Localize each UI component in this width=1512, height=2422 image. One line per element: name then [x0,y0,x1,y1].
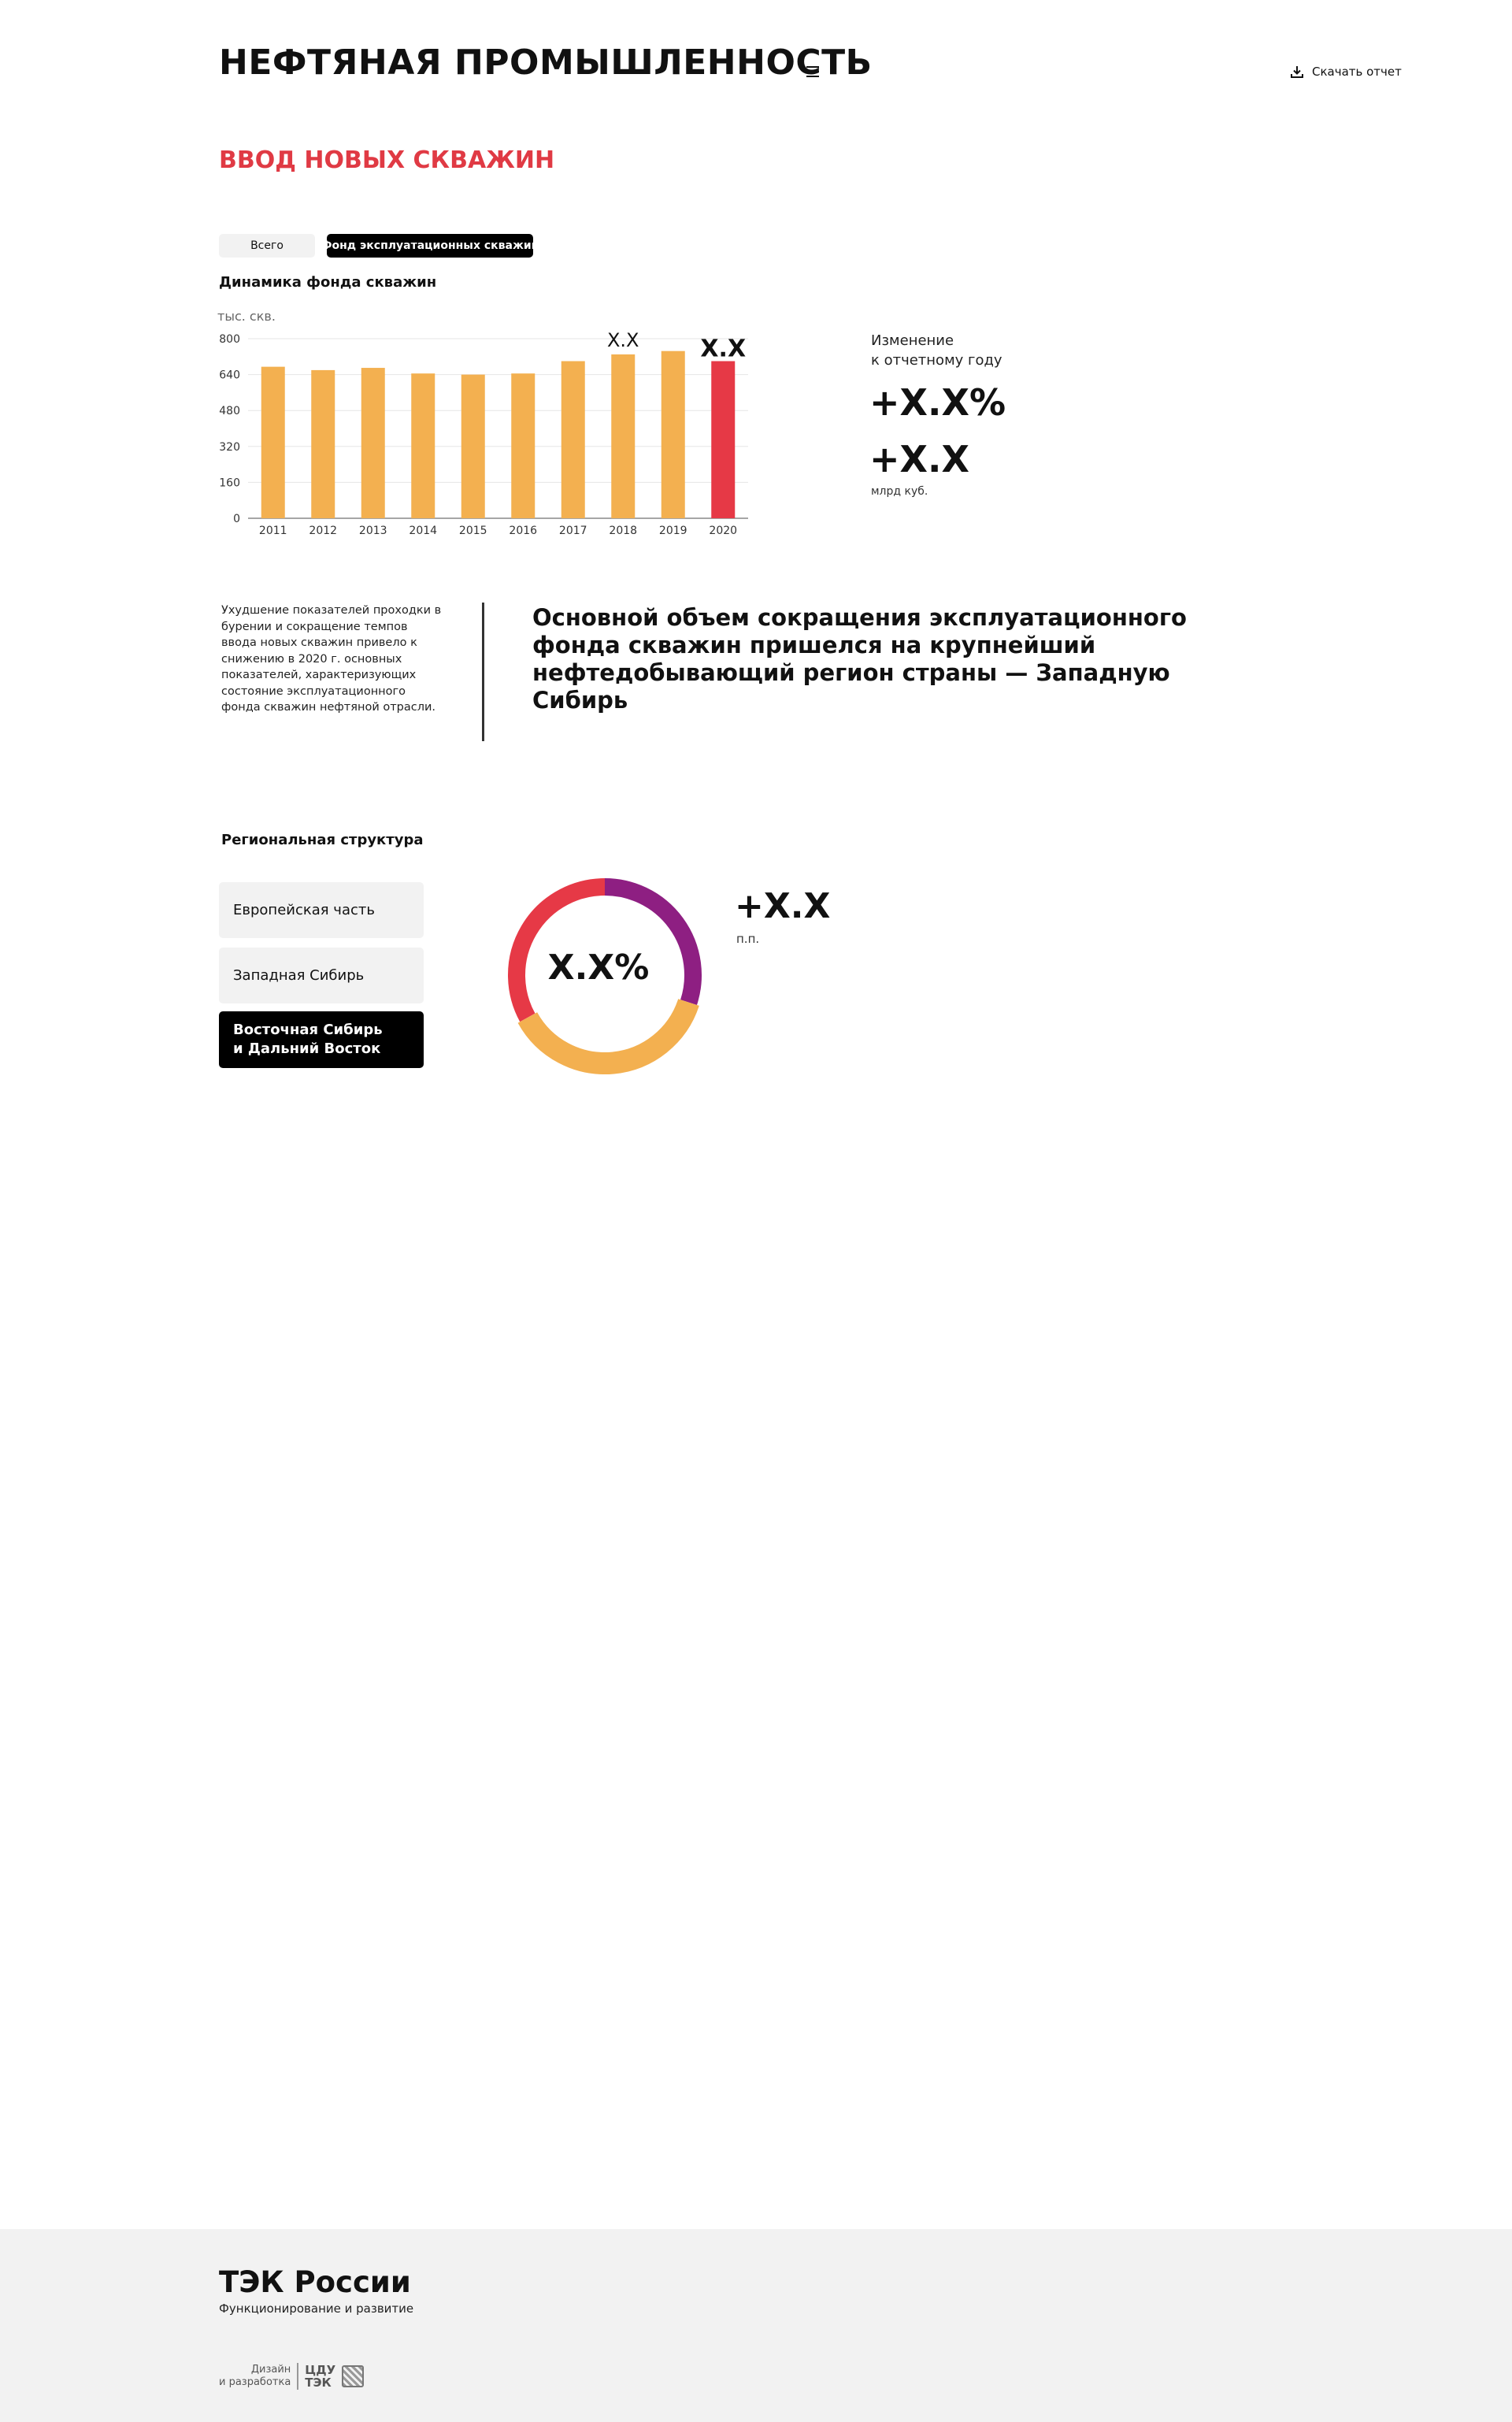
region-title: Региональная структура [221,832,424,848]
donut-segment [517,999,699,1074]
download-label: Скачать отчет [1312,65,1402,79]
x-tick-label: 2013 [359,525,387,537]
x-tick-label: 2014 [409,525,437,537]
y-tick-label: 640 [219,369,240,382]
credit-divider [297,2363,299,2390]
region-button-west-siberia[interactable]: Западная Сибирь [219,948,424,1003]
credit[interactable]: Дизайн и разработка ЦДУ ТЭК [219,2363,365,2390]
data-label: X.X [700,336,746,363]
bar-2015 [461,374,485,518]
credit-logo-text: ЦДУ ТЭК [305,2363,336,2390]
footer-title: ТЭК России [219,2265,411,2299]
y-tick-label: 0 [233,513,240,525]
x-tick-label: 2011 [259,525,287,537]
credit-text: Дизайн и разработка [219,2364,291,2388]
bar-2019 [661,351,685,518]
x-tick-label: 2015 [459,525,487,537]
donut-center-value: X.X% [547,948,650,988]
bar-2014 [411,373,435,518]
y-tick-label: 480 [219,405,240,417]
note-text: Ухудшение показателей проходки в бурении… [221,604,442,714]
bar-2017 [561,361,585,518]
x-tick-label: 2020 [709,525,737,537]
region-button-european[interactable]: Европейская часть [219,882,424,938]
download-report-button[interactable]: Скачать отчет [1290,65,1402,79]
donut-change-unit: п.п. [736,932,760,946]
data-label: X.X [607,329,639,351]
tab-operating-fund[interactable]: Фонд эксплуатационных скважин [321,234,539,258]
download-icon [1291,66,1303,78]
y-tick-label: 160 [219,477,240,489]
bar-2018 [611,354,636,518]
x-tick-label: 2012 [309,525,337,537]
region-button-east-siberia-far-east[interactable]: Восточная Сибирь и Дальний Восток [219,1011,424,1068]
x-tick-label: 2019 [659,525,687,537]
change-label-line2: к отчетному году [871,352,1002,369]
change-percent: +X.X% [869,381,1006,424]
donut-change-value: +X.X [735,886,831,926]
bar-chart: 0 160 320 480 640 800 2011 2012 2013 2014 2015 2016… [219,329,748,537]
chart-title: Динамика фонда скважин [219,274,437,291]
bar-2013 [361,368,385,518]
bar-2020 [711,361,736,518]
change-label-line1: Изменение [871,332,954,349]
bar-2011 [261,366,285,518]
credit-logo-icon [342,2365,365,2387]
x-tick-label: 2018 [609,525,637,537]
change-unit: млрд куб. [871,485,928,498]
change-label: Изменение к отчетному году [871,331,1002,370]
y-tick-label: 320 [219,441,240,454]
footer-subtitle: Функционирование и развитие [219,2301,414,2316]
divider [482,603,484,741]
bar-2012 [311,369,335,518]
change-absolute: +X.X [869,438,969,480]
x-tick-label: 2016 [509,525,537,537]
bar-2016 [511,373,536,518]
y-tick-label: 800 [219,333,240,346]
quote-text: Основной объем сокращения эксплуатационн… [532,604,1187,714]
footer [0,2229,1512,2422]
tab-all[interactable]: Всего [219,234,315,258]
y-axis-unit: тыс. скв. [217,309,276,324]
x-tick-label: 2017 [559,525,587,537]
menu-icon[interactable] [806,66,819,77]
page-title: НЕФТЯНАЯ ПРОМЫШЛЕННОСТЬ [219,43,873,83]
section-title: ВВОД НОВЫХ СКВАЖИН [219,147,555,174]
